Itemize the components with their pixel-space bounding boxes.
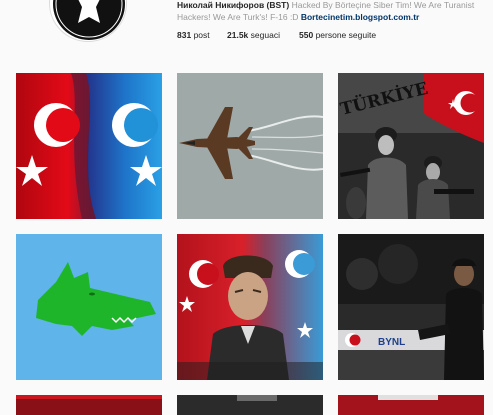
profile-display-name: Николай Никифоров (BST) — [177, 0, 290, 10]
post-tile-1[interactable] — [16, 73, 162, 219]
stat-following[interactable]: 550 persone seguite — [299, 30, 376, 40]
stat-followers-label: seguaci — [250, 30, 280, 40]
post-tile-4[interactable] — [16, 234, 162, 380]
post-partial-image — [177, 395, 323, 415]
post-partial-image — [338, 395, 484, 415]
post-jet-image — [177, 73, 323, 219]
post-flags-image — [16, 73, 162, 219]
post-soldiers-image: TÜRKİYE — [338, 73, 484, 219]
post-tile-5[interactable] — [177, 234, 323, 380]
post-partial-image — [16, 395, 162, 415]
post-tile-6[interactable]: BYNL — [338, 234, 484, 380]
stat-posts: 831 post — [177, 30, 227, 40]
post-tile-9[interactable] — [338, 395, 484, 415]
stat-following-value: 550 — [299, 30, 314, 40]
post-tile-3[interactable]: TÜRKİYE — [338, 73, 484, 219]
post-tile-8[interactable] — [177, 395, 323, 415]
post-ataturk-image — [177, 234, 323, 380]
stat-followers-value: 21.5k — [227, 30, 249, 40]
post-tile-7[interactable] — [16, 395, 162, 415]
post-man-image: BYNL — [338, 234, 484, 380]
stat-following-label: persone seguite — [315, 30, 377, 40]
profile-bio: Николай Никифоров (BST) Hacked By Börteç… — [177, 0, 487, 23]
post-caption-wall: BYNL — [378, 337, 405, 348]
profile-link[interactable]: Bortecinetim.blogspot.com.tr — [301, 12, 420, 22]
profile-stats: 831 post 21.5k seguaci 550 persone segui… — [177, 30, 487, 40]
stat-posts-label: post — [193, 30, 210, 40]
profile-avatar[interactable] — [49, 0, 127, 42]
stat-followers[interactable]: 21.5k seguaci — [227, 30, 299, 40]
stat-posts-value: 831 — [177, 30, 192, 40]
post-wolf-image — [16, 234, 162, 380]
post-tile-2[interactable] — [177, 73, 323, 219]
